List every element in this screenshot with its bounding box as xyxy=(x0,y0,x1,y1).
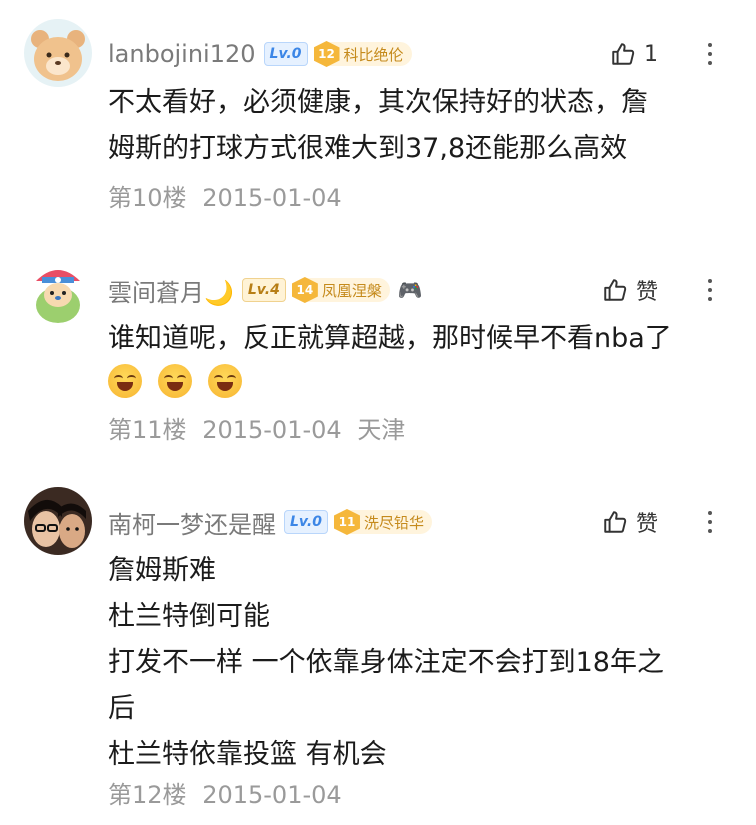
fan-badge: 14 凤凰涅槃 xyxy=(291,277,390,303)
like-label: 赞 xyxy=(635,512,658,537)
text-line: 后 xyxy=(108,693,135,724)
emoji-row xyxy=(108,364,718,398)
post-location: 天津 xyxy=(357,416,406,444)
post-date: 2015-01-04 xyxy=(202,416,342,444)
username[interactable]: 雲间蒼月🌙 xyxy=(108,273,234,308)
more-vertical-icon[interactable] xyxy=(706,270,714,310)
badge-label: 凤凰涅槃 xyxy=(321,281,382,300)
like-button[interactable]: 1 xyxy=(610,34,658,74)
thumbs-up-icon xyxy=(612,43,635,65)
level-badge: Lv.0 xyxy=(284,510,328,534)
text-line: 不太看好，必须健康，其次保持好的状态，詹 xyxy=(108,87,648,118)
comment-text: 谁知道呢，反正就算超越，那时候早不看nba了 xyxy=(108,316,718,398)
like-button[interactable]: 赞 xyxy=(602,502,658,542)
text-line: 杜兰特倒可能 xyxy=(108,601,270,632)
comment-header: 南柯一梦还是醒 Lv.0 11 洗尽铅华 xyxy=(108,502,432,542)
badge-label: 洗尽铅华 xyxy=(363,513,424,532)
thumbs-up-icon xyxy=(604,511,627,533)
floor-number: 第10楼 xyxy=(108,184,187,212)
comment-header: lanbojini120 Lv.0 12 科比绝伦 xyxy=(108,34,412,74)
comment-header: 雲间蒼月🌙 Lv.4 14 凤凰涅槃 🎮 xyxy=(108,270,423,310)
thumbs-up-icon xyxy=(604,279,627,301)
username[interactable]: 南柯一梦还是醒 xyxy=(108,505,276,540)
text-line: 杜兰特依靠投篮 有机会 xyxy=(108,739,387,770)
post-date: 2015-01-04 xyxy=(202,184,342,212)
more-vertical-icon[interactable] xyxy=(706,34,714,74)
floor-number: 第11楼 xyxy=(108,416,187,444)
floor-number: 第12楼 xyxy=(108,781,187,809)
post-date: 2015-01-04 xyxy=(202,781,342,809)
fan-badge: 12 科比绝伦 xyxy=(313,41,412,67)
comment-meta: 第10楼 2015-01-04 xyxy=(108,178,342,213)
avatar[interactable] xyxy=(24,255,92,323)
fan-badge: 11 洗尽铅华 xyxy=(333,509,432,535)
text-line: 打发不一样 一个依靠身体注定不会打到18年之 xyxy=(108,647,664,678)
badge-level: 11 xyxy=(333,509,360,535)
like-label: 赞 xyxy=(635,280,658,305)
more-vertical-icon[interactable] xyxy=(706,502,714,542)
avatar[interactable] xyxy=(24,19,92,87)
avatar[interactable] xyxy=(24,487,92,555)
badge-label: 科比绝伦 xyxy=(343,45,404,64)
comment-text: 詹姆斯难 杜兰特倒可能 打发不一样 一个依靠身体注定不会打到18年之 后 杜兰特… xyxy=(108,548,718,778)
grin-emoji-icon xyxy=(208,364,242,398)
grin-emoji-icon xyxy=(108,364,142,398)
badge-level: 12 xyxy=(313,41,340,67)
comment-meta: 第11楼 2015-01-04 天津 xyxy=(108,410,405,445)
like-button[interactable]: 赞 xyxy=(602,270,658,310)
text-line: 詹姆斯难 xyxy=(108,555,216,586)
like-count: 1 xyxy=(644,41,658,67)
level-badge: Lv.0 xyxy=(263,42,308,66)
text-line: 姆斯的打球方式很难大到37,8还能那么高效 xyxy=(108,133,628,164)
game-badge-icon: 🎮 xyxy=(397,278,423,302)
username[interactable]: lanbojini120 xyxy=(108,40,256,68)
badge-level: 14 xyxy=(291,277,318,303)
grin-emoji-icon xyxy=(158,364,192,398)
comment-meta: 第12楼 2015-01-04 xyxy=(108,775,342,810)
level-badge: Lv.4 xyxy=(241,278,286,302)
text-line: 谁知道呢，反正就算超越，那时候早不看nba了 xyxy=(108,323,672,354)
comment-text: 不太看好，必须健康，其次保持好的状态，詹 姆斯的打球方式很难大到37,8还能那么… xyxy=(108,80,718,172)
